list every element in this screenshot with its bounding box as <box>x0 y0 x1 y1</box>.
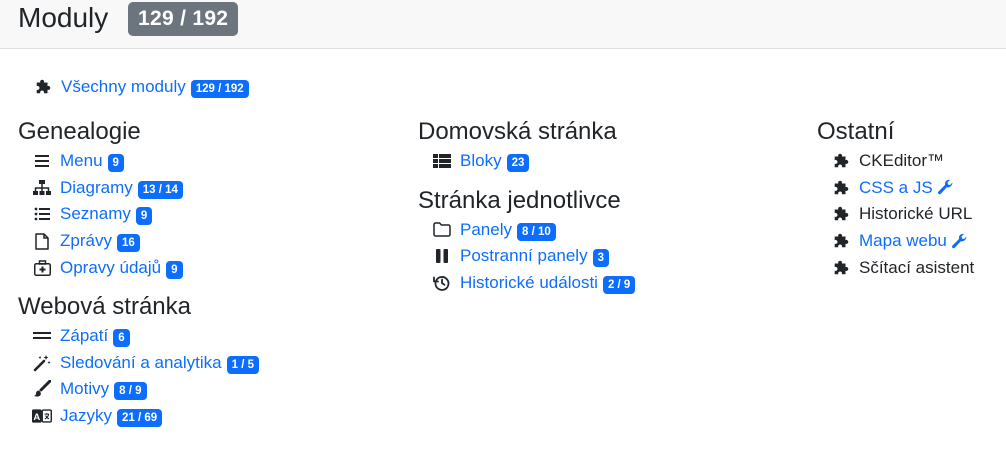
module-link[interactable]: CSS a JS <box>859 178 933 198</box>
module-label: CKEditor™ <box>859 151 945 171</box>
module-item-opravy-udaju[interactable]: Opravy údajů 9 <box>32 254 398 281</box>
module-item-postranni-panely[interactable]: Postranní panely 3 <box>432 243 798 270</box>
module-item-menu[interactable]: Menu 9 <box>32 148 398 175</box>
module-link[interactable]: Diagramy <box>60 178 133 198</box>
module-item-jazyky[interactable]: A Jazyky 21 / 69 <box>32 403 398 430</box>
module-badge: 6 <box>113 329 130 348</box>
section-title-ostatni: Ostatní <box>817 118 895 145</box>
module-badge: 9 <box>107 154 124 173</box>
module-badge: 8 / 9 <box>114 382 147 401</box>
all-modules-link[interactable]: Všechny moduly <box>61 77 186 97</box>
section-title-domovska-stranka: Domovská stránka <box>418 118 617 145</box>
module-link[interactable]: Postranní panely <box>460 246 588 266</box>
module-item-panely[interactable]: Panely 8 / 10 <box>432 217 798 244</box>
module-item-scitaci-asistent: Sčítací asistent <box>831 254 1006 281</box>
module-link[interactable]: Menu <box>60 151 103 171</box>
module-link[interactable]: Motivy <box>60 379 109 399</box>
module-link[interactable]: Panely <box>460 220 512 240</box>
section-title-stranka-jednotlivce: Stránka jednotlivce <box>418 186 621 214</box>
module-link[interactable]: Mapa webu <box>859 231 947 251</box>
wrench-icon[interactable] <box>951 233 968 250</box>
module-badge: 23 <box>506 154 530 173</box>
module-badge: 3 <box>592 249 609 268</box>
puzzle-icon <box>33 77 53 97</box>
module-badge: 1 / 5 <box>226 355 259 374</box>
wrench-icon[interactable] <box>937 179 954 196</box>
module-badge: 21 / 69 <box>116 409 163 428</box>
folder-icon <box>432 220 452 240</box>
module-link[interactable]: Zprávy <box>60 231 112 251</box>
page-header: Moduly 129 / 192 <box>0 0 1006 49</box>
column-other: Ostatní CKEditor™ CSS a JS Historické UR… <box>817 116 1006 281</box>
magic-wand-icon <box>32 353 52 373</box>
module-link[interactable]: Zápatí <box>60 326 108 346</box>
module-link[interactable]: Bloky <box>460 151 502 171</box>
th-list-icon <box>432 151 452 171</box>
module-item-historicke-udalosti[interactable]: Historické události 2 / 9 <box>432 270 798 297</box>
puzzle-icon <box>831 178 851 198</box>
module-list-stranka-jednotlivce: Panely 8 / 10 Postranní panely 3 Histori… <box>418 217 798 297</box>
module-badge: 9 <box>166 260 183 279</box>
module-label: Sčítací asistent <box>859 257 975 277</box>
file-icon <box>32 231 52 251</box>
module-link[interactable]: Sledování a analytika <box>60 353 222 373</box>
language-icon: A <box>32 406 52 426</box>
module-badge: 16 <box>116 234 140 253</box>
module-item-zapati[interactable]: Zápatí 6 <box>32 323 398 350</box>
module-list-genealogie: Menu 9 Diagramy 13 / 14 Seznamy 9 Zprávy… <box>18 148 398 281</box>
list-icon <box>32 204 52 224</box>
all-modules-item[interactable]: Všechny moduly 129 / 192 <box>33 74 249 101</box>
section-title-genealogie: Genealogie <box>18 118 141 145</box>
module-list-webova-stranka: Zápatí 6 Sledování a analytika 1 / 5 Mot… <box>18 323 398 429</box>
column-home-individual: Domovská stránka Bloky 23 Stránka jednot… <box>418 116 798 296</box>
all-modules-badge: 129 / 192 <box>190 80 249 99</box>
pause-icon <box>432 246 452 266</box>
module-link[interactable]: Seznamy <box>60 204 131 224</box>
module-item-zpravy[interactable]: Zprávy 16 <box>32 228 398 255</box>
module-badge: 2 / 9 <box>602 276 636 295</box>
puzzle-icon <box>831 151 851 171</box>
module-badge: 9 <box>135 207 153 226</box>
module-item-diagramy[interactable]: Diagramy 13 / 14 <box>32 175 398 202</box>
module-item-bloky[interactable]: Bloky 23 <box>432 148 798 175</box>
module-item-css-js[interactable]: CSS a JS <box>831 175 1006 202</box>
page-title: Moduly <box>18 2 109 33</box>
module-item-seznamy[interactable]: Seznamy 9 <box>32 201 398 228</box>
module-count-badge: 129 / 192 <box>128 2 239 36</box>
section-title-webova-stranka: Webová stránka <box>18 292 191 320</box>
module-item-motivy[interactable]: Motivy 8 / 9 <box>32 376 398 403</box>
module-list-domovska-stranka: Bloky 23 <box>418 148 798 175</box>
module-link[interactable]: Opravy údajů <box>60 258 161 278</box>
bars-icon <box>32 151 52 171</box>
module-label: Historické URL <box>859 204 973 224</box>
module-badge: 8 / 10 <box>516 222 556 241</box>
puzzle-icon <box>831 231 851 251</box>
sitemap-icon <box>32 178 52 198</box>
column-genealogy-web: Genealogie Menu 9 Diagramy 13 / 14 Sezna… <box>18 116 398 429</box>
puzzle-icon <box>831 258 851 278</box>
module-item-ckeditor: CKEditor™ <box>831 148 1006 175</box>
equals-icon <box>32 326 52 346</box>
puzzle-icon <box>831 204 851 224</box>
module-item-mapa-webu[interactable]: Mapa webu <box>831 228 1006 255</box>
module-item-historicke-url: Historické URL <box>831 201 1006 228</box>
paint-brush-icon <box>32 379 52 399</box>
module-item-sledovani[interactable]: Sledování a analytika 1 / 5 <box>32 350 398 377</box>
medkit-icon <box>32 258 52 278</box>
module-link[interactable]: Jazyky <box>60 406 112 426</box>
module-link[interactable]: Historické události <box>460 273 598 293</box>
svg-text:A: A <box>33 412 40 423</box>
module-list-ostatni: CKEditor™ CSS a JS Historické URL Mapa w… <box>817 148 1006 281</box>
module-badge: 13 / 14 <box>137 180 183 199</box>
history-icon <box>432 273 452 293</box>
